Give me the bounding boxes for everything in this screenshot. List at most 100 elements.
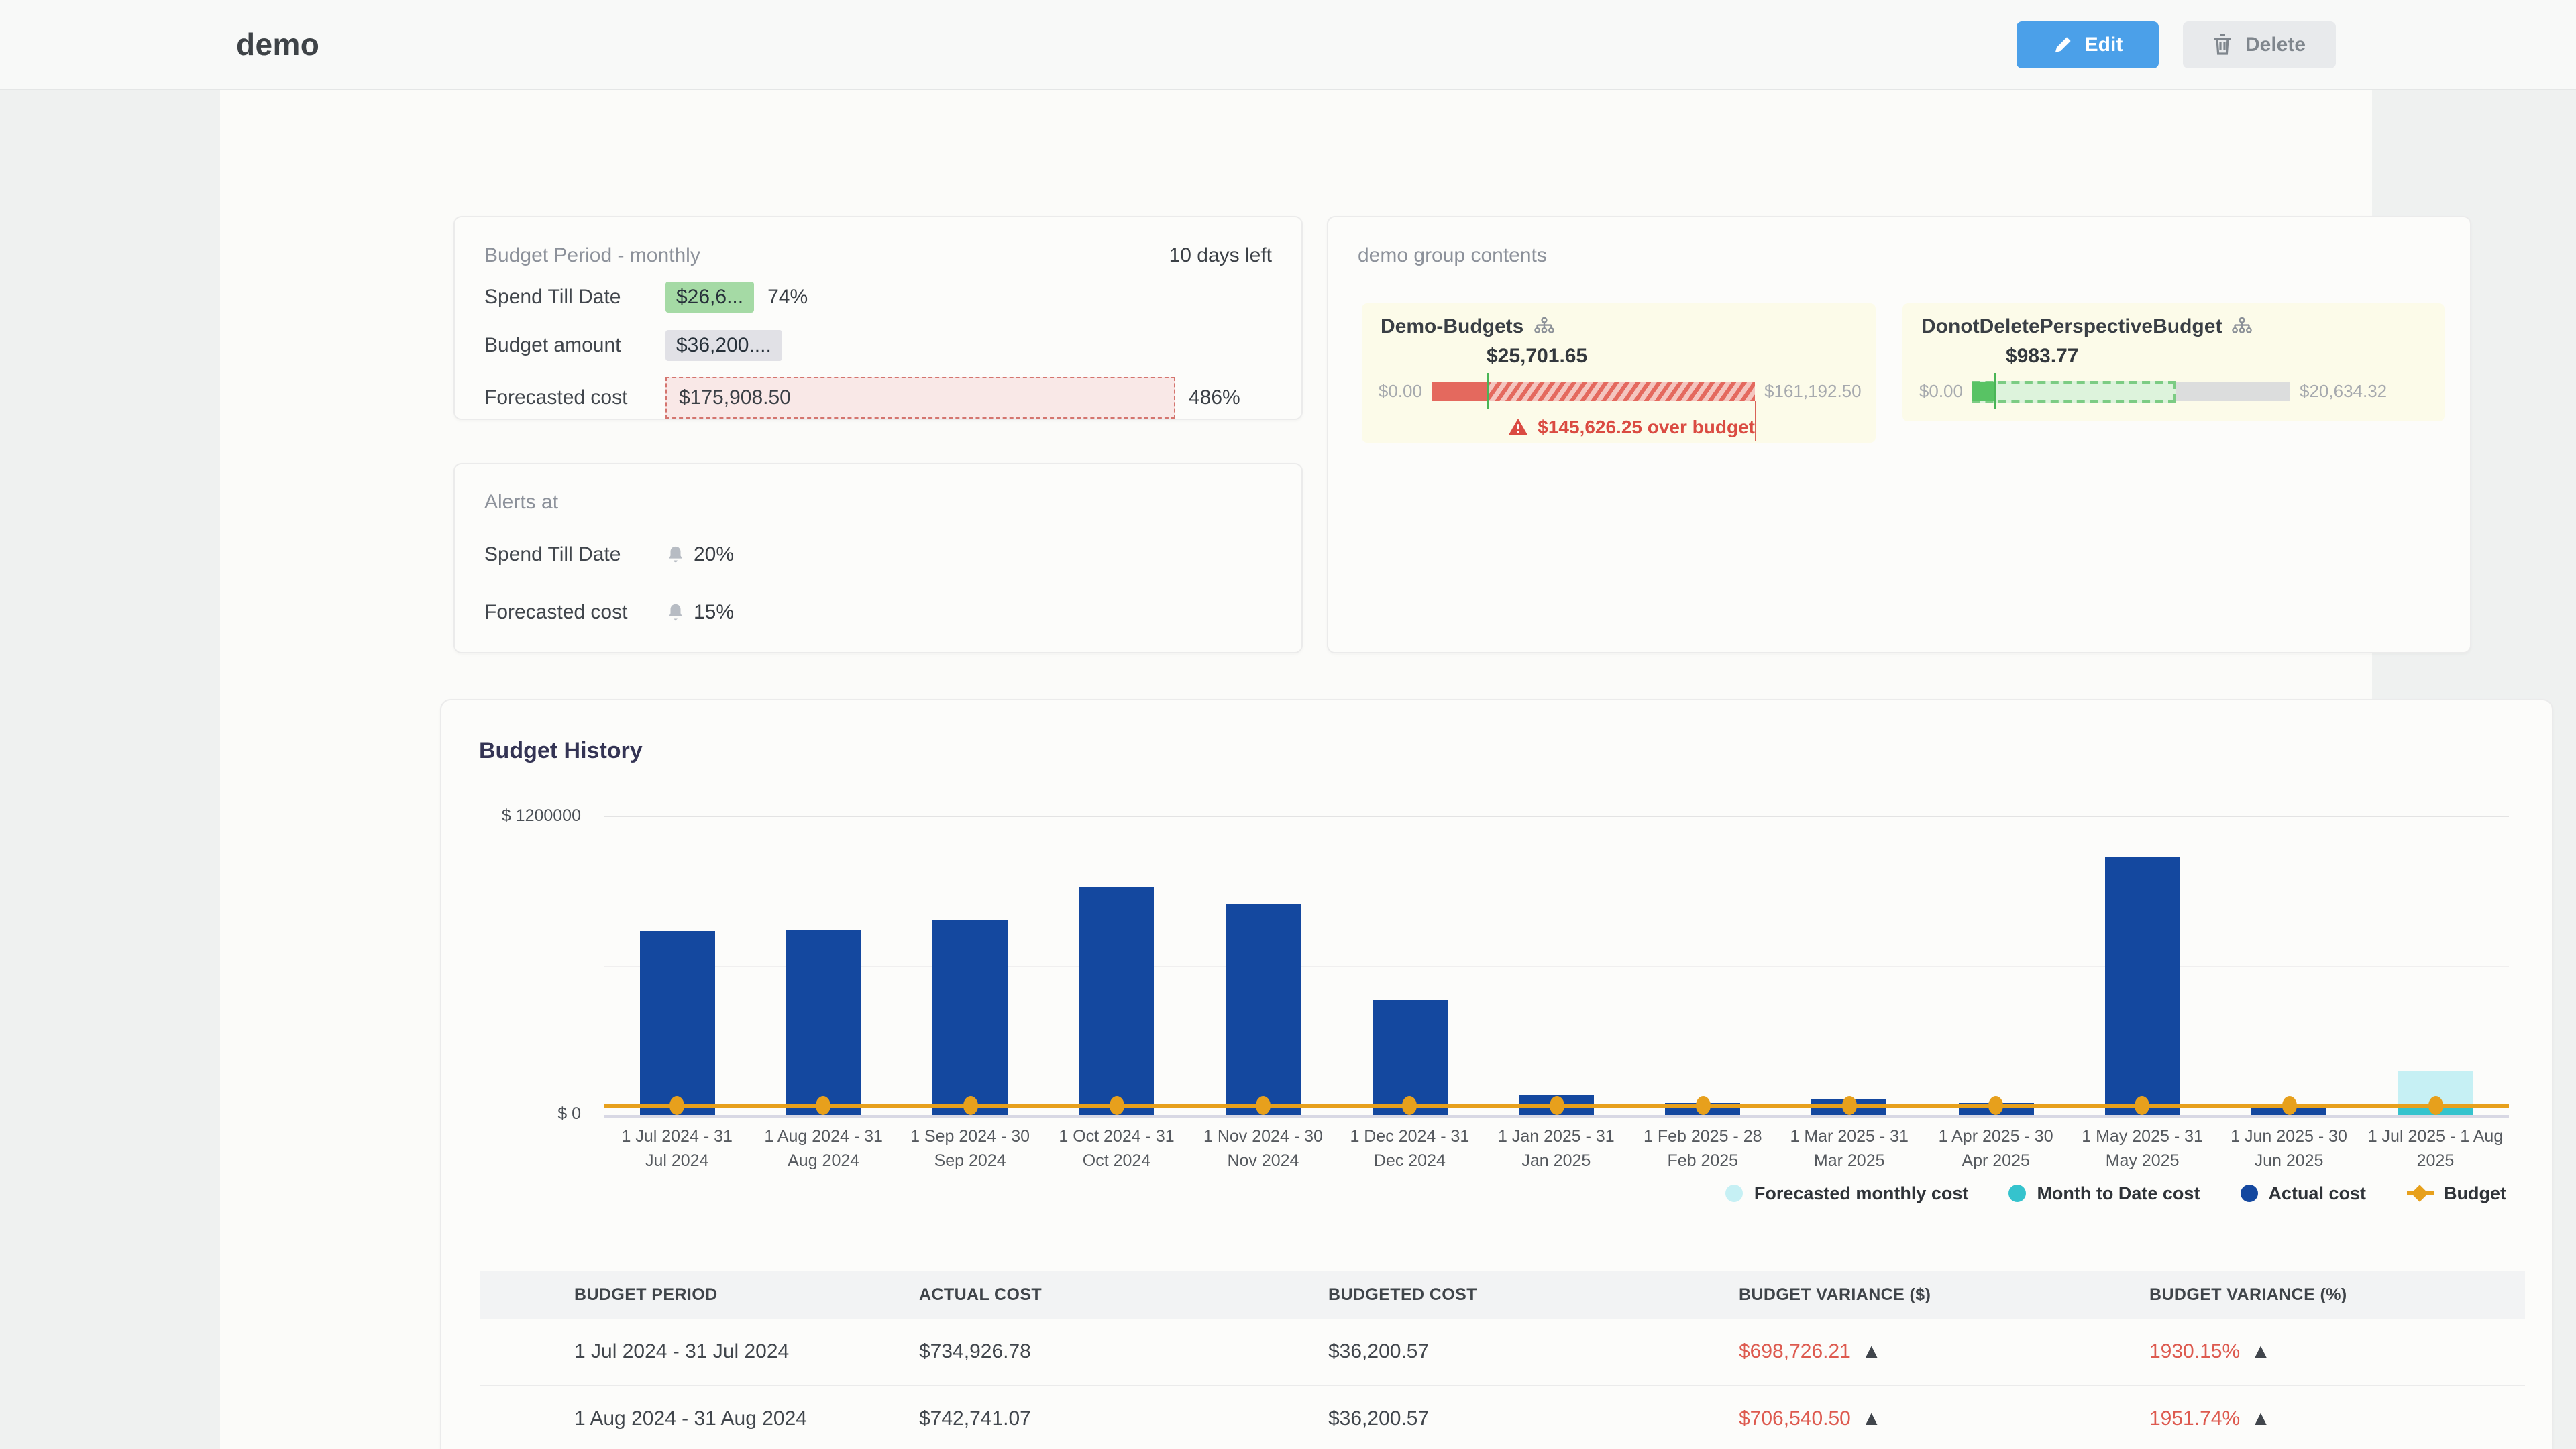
budget-marker — [1695, 1097, 1710, 1116]
table-cell-actual: $742,741.07 — [919, 1407, 1328, 1430]
chart-bar — [2105, 857, 2180, 1115]
budget-period-card: Budget Period - monthly 10 days left Spe… — [453, 216, 1303, 420]
table-body: 1 Jul 2024 - 31 Jul 2024$734,926.78$36,2… — [480, 1319, 2525, 1449]
legend-label: Forecasted monthly cost — [1754, 1183, 1969, 1203]
table-row: 1 Aug 2024 - 31 Aug 2024$742,741.07$36,2… — [480, 1386, 2525, 1449]
x-axis-label: 1 Sep 2024 - 30 Sep 2024 — [897, 1126, 1043, 1173]
spend-till-date-label: Spend Till Date — [484, 286, 665, 309]
legend-item[interactable]: Actual cost — [2240, 1183, 2366, 1203]
table-cell-actual: $734,926.78 — [919, 1340, 1328, 1363]
budget-amount-label: Budget amount — [484, 334, 665, 357]
bell-icon — [665, 544, 686, 564]
budget-min-label: $0.00 — [1362, 381, 1422, 401]
legend-label: Budget — [2444, 1183, 2506, 1203]
table-column-header: BUDGET VARIANCE ($) — [1739, 1285, 2149, 1304]
table-cell-period: 1 Jul 2024 - 31 Jul 2024 — [574, 1340, 919, 1363]
table-column-header: BUDGET PERIOD — [574, 1285, 919, 1304]
alert-forecast-label: Forecasted cost — [484, 600, 665, 623]
table-cell-budgeted: $36,200.57 — [1328, 1407, 1739, 1430]
x-axis-label: 1 Jan 2025 - 31 Jan 2025 — [1483, 1126, 1629, 1173]
page-header: demo Edit Delete — [0, 0, 2576, 90]
budget-marker — [2282, 1097, 2296, 1116]
increase-triangle-icon: ▲ — [2251, 1340, 2271, 1363]
table-cell-budgeted: $36,200.57 — [1328, 1340, 1739, 1363]
chart-bar — [786, 930, 861, 1115]
chart-bar — [932, 920, 1008, 1115]
legend-item[interactable]: Budget — [2406, 1183, 2506, 1203]
alert-spend-value: 20% — [694, 543, 734, 566]
alert-forecast-row: Forecasted cost 15% — [484, 594, 1272, 629]
legend-label: Month to Date cost — [2037, 1183, 2200, 1203]
hierarchy-icon — [1533, 316, 1554, 337]
forecasted-cost-percent: 486% — [1189, 386, 1240, 409]
bell-icon — [665, 602, 686, 622]
legend-item[interactable]: Month to Date cost — [2008, 1183, 2200, 1203]
edit-button[interactable]: Edit — [2017, 21, 2159, 68]
alert-spend-row: Spend Till Date 20% — [484, 537, 1272, 572]
chart-bar — [1226, 904, 1301, 1115]
budget-marker — [1110, 1097, 1124, 1116]
alert-spend-label: Spend Till Date — [484, 543, 665, 566]
budget-min-label: $0.00 — [1902, 381, 1963, 401]
legend-swatch — [2008, 1185, 2026, 1202]
chart-bar — [639, 932, 714, 1115]
over-budget-alert: $145,626.25 over budget — [1508, 416, 1755, 437]
spend-till-date-value: $26,6... — [665, 282, 754, 313]
budget-table: BUDGET PERIODACTUAL COSTBUDGETED COSTBUD… — [480, 1271, 2525, 1449]
x-axis-label: 1 Nov 2024 - 30 Nov 2024 — [1190, 1126, 1336, 1173]
forecasted-cost-value: $175,908.50 — [665, 376, 1175, 418]
alerts-card: Alerts at Spend Till Date 20% Forecasted… — [453, 463, 1303, 653]
y-axis-max-label: $ 1200000 — [441, 806, 581, 825]
chart-legend: Forecasted monthly cost Month to Date cos… — [1726, 1183, 2506, 1203]
pencil-icon — [2053, 34, 2073, 54]
app: demo Edit Delete Budget Period - monthly… — [0, 0, 2576, 1449]
budget-progress-bar — [1432, 382, 1755, 400]
forecasted-cost-row: Forecasted cost $175,908.50 486% — [484, 376, 1272, 419]
table-cell-variance_usd: $698,726.21▲ — [1739, 1340, 2149, 1363]
increase-triangle-icon: ▲ — [2251, 1407, 2271, 1430]
budget-progress-bar — [1972, 382, 2290, 400]
spend-till-date-row: Spend Till Date $26,6... 74% — [484, 279, 1272, 315]
legend-swatch — [1726, 1185, 1743, 1202]
spend-till-date-percent: 74% — [767, 286, 808, 309]
table-row: 1 Jul 2024 - 31 Jul 2024$734,926.78$36,2… — [480, 1319, 2525, 1386]
legend-item[interactable]: Forecasted monthly cost — [1726, 1183, 1969, 1203]
budget-amount-value: $36,200.... — [665, 330, 782, 361]
header-actions: Edit Delete — [2017, 21, 2336, 68]
budget-history-card: Budget History $ 1200000 $ 0 1 Jul 2024 … — [440, 699, 2553, 1449]
budget-period-title: Budget Period - monthly — [484, 244, 700, 267]
budget-marker — [2428, 1097, 2443, 1116]
over-budget-text: $145,626.25 over budget — [1538, 416, 1755, 437]
increase-triangle-icon: ▲ — [1862, 1340, 1882, 1363]
x-axis-baseline — [604, 1115, 2509, 1118]
budget-amount-row: Budget amount $36,200.... — [484, 327, 1272, 364]
budget-max-label: $20,634.32 — [2300, 381, 2387, 401]
budget-item-demo-budgets[interactable]: Demo-Budgets $25,701.65 $0.00 $161,192.5… — [1362, 303, 1876, 443]
table-column-header: ACTUAL COST — [919, 1285, 1328, 1304]
legend-label: Actual cost — [2268, 1183, 2366, 1203]
delete-button-label: Delete — [2245, 33, 2306, 56]
content-area: Budget Period - monthly 10 days left Spe… — [220, 90, 2372, 1449]
budget-max-label: $161,192.50 — [1764, 381, 1862, 401]
x-axis-label: 1 Jun 2025 - 30 Jun 2025 — [2216, 1126, 2362, 1173]
x-axis-label: 1 Apr 2025 - 30 Apr 2025 — [1923, 1126, 2069, 1173]
y-axis-zero-label: $ 0 — [441, 1104, 581, 1123]
group-contents-card: demo group contents Demo-Budgets $25,701… — [1327, 216, 2471, 653]
delete-button[interactable]: Delete — [2183, 21, 2336, 68]
budget-history-title: Budget History — [479, 738, 643, 765]
chart-bar — [1079, 887, 1155, 1115]
budget-item-name: Demo-Budgets — [1381, 315, 1523, 338]
page-title: demo — [236, 26, 319, 62]
x-axis-label: 1 Oct 2024 - 31 Oct 2024 — [1043, 1126, 1189, 1173]
chart-plot — [604, 816, 2509, 1115]
table-cell-period: 1 Aug 2024 - 31 Aug 2024 — [574, 1407, 919, 1430]
days-left-label: 10 days left — [1169, 244, 1272, 267]
alerts-title: Alerts at — [484, 491, 558, 514]
budget-current-value: $25,701.65 — [1487, 345, 1587, 368]
x-axis-label: 1 Jul 2024 - 31 Jul 2024 — [604, 1126, 750, 1173]
x-axis-label: 1 Aug 2024 - 31 Aug 2024 — [750, 1126, 896, 1173]
budget-item-donotdelete[interactable]: DonotDeletePerspectiveBudget $983.77 $0.… — [1902, 303, 2445, 421]
alert-forecast-value: 15% — [694, 600, 734, 623]
table-cell-variance_pct: 1930.15%▲ — [2149, 1340, 2525, 1363]
table-cell-variance_usd: $706,540.50▲ — [1739, 1407, 2149, 1430]
